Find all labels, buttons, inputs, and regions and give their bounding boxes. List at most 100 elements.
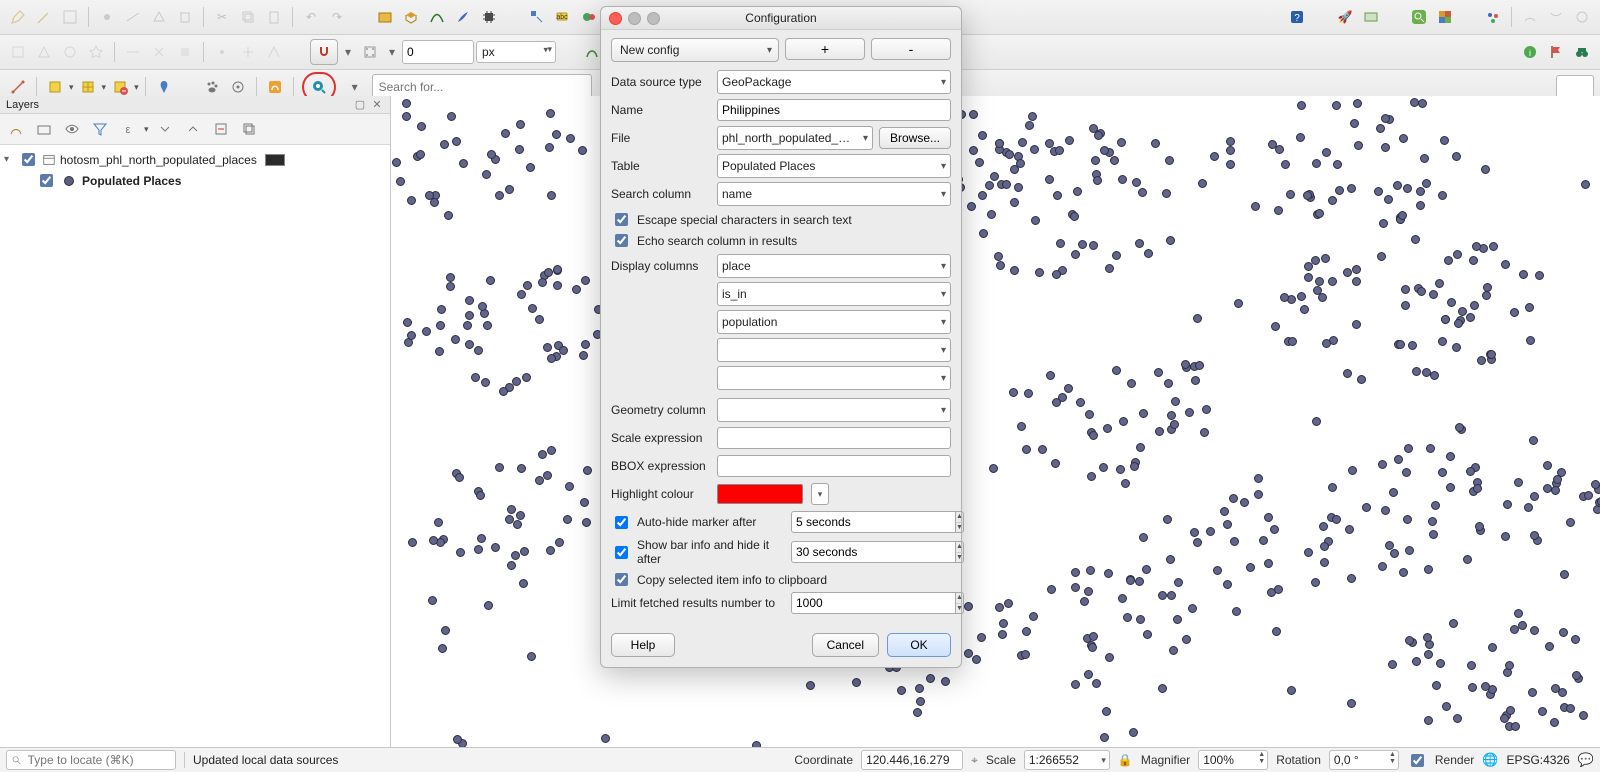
close-window-icon[interactable]: [609, 12, 622, 25]
snap-options-dd[interactable]: ▾: [340, 40, 356, 64]
shape9-icon[interactable]: [236, 40, 260, 64]
scale-value[interactable]: 1:266552▾: [1024, 750, 1110, 770]
echo-checkbox[interactable]: [615, 234, 628, 247]
rocket-icon[interactable]: 🚀: [1333, 5, 1357, 29]
display-col-3[interactable]: population: [717, 310, 951, 334]
layer-visibility-checkbox[interactable]: [40, 174, 53, 187]
remove-config-button[interactable]: -: [871, 38, 951, 60]
showbar-checkbox[interactable]: [615, 546, 628, 559]
snap-tolerance-input[interactable]: [402, 40, 474, 64]
scale-expression-input[interactable]: [717, 427, 951, 449]
limit-spin[interactable]: ▲▼: [791, 592, 951, 614]
name-input[interactable]: [717, 99, 951, 121]
cut-icon[interactable]: ✂: [210, 5, 234, 29]
copyclip-checkbox[interactable]: [615, 573, 628, 586]
add-polygon-icon[interactable]: [147, 5, 171, 29]
escape-checkbox[interactable]: [615, 213, 628, 226]
shape2-icon[interactable]: [32, 40, 56, 64]
extent-icon[interactable]: ⌖: [971, 753, 978, 768]
shape6-icon[interactable]: [147, 40, 171, 64]
showbar-value[interactable]: [791, 541, 956, 563]
redo-icon[interactable]: ↷: [325, 5, 349, 29]
limit-value[interactable]: [791, 592, 956, 614]
showbar-spin[interactable]: ▲▼: [791, 541, 951, 563]
snap-grid-dd[interactable]: ▾: [384, 40, 400, 64]
label-icon[interactable]: abc: [551, 5, 575, 29]
paste-icon[interactable]: [262, 5, 286, 29]
disclosure-icon[interactable]: ▾: [4, 154, 14, 165]
layer-style-icon[interactable]: [4, 117, 28, 141]
shape5-icon[interactable]: [121, 40, 145, 64]
layer-expr-icon[interactable]: ε: [116, 117, 140, 141]
messages-icon[interactable]: 💬: [1578, 752, 1594, 768]
chip-icon[interactable]: [477, 5, 501, 29]
save-edits-icon[interactable]: [58, 5, 82, 29]
arc3-icon[interactable]: [1570, 5, 1594, 29]
add-point-icon[interactable]: [95, 5, 119, 29]
panel-undock-icon[interactable]: ▢: [353, 98, 367, 111]
globe-green-icon[interactable]: [577, 5, 601, 29]
box-stack-icon[interactable]: [399, 5, 423, 29]
help-button[interactable]: Help: [611, 633, 675, 657]
curve-icon[interactable]: [425, 5, 449, 29]
node-move-icon[interactable]: [525, 5, 549, 29]
discovery-search-icon[interactable]: [308, 76, 330, 98]
panel-close-icon[interactable]: ✕: [370, 98, 384, 111]
group-visibility-checkbox[interactable]: [22, 153, 35, 166]
data-source-type-select[interactable]: GeoPackage: [717, 70, 951, 94]
table-select[interactable]: Populated Places: [717, 154, 951, 178]
arc2-icon[interactable]: [1544, 5, 1568, 29]
coord-value[interactable]: 120.446,16.279: [861, 750, 963, 770]
info-green-icon[interactable]: i: [1518, 40, 1542, 64]
add-line-icon[interactable]: [121, 5, 145, 29]
shape7-icon[interactable]: [173, 40, 197, 64]
crs-label[interactable]: EPSG:4326: [1506, 753, 1569, 767]
arc-icon[interactable]: [1518, 5, 1542, 29]
snapping-toggle[interactable]: [310, 39, 338, 65]
magnifier-value[interactable]: 100%▲▼: [1198, 750, 1268, 770]
layer-expand-icon[interactable]: [153, 117, 177, 141]
highlight-colour-swatch[interactable]: [717, 484, 803, 504]
help-icon[interactable]: ?: [1285, 5, 1309, 29]
autohide-checkbox[interactable]: [615, 516, 628, 529]
highlight-colour-dd[interactable]: ▾: [811, 483, 829, 505]
layer-collapse-icon[interactable]: [181, 117, 205, 141]
file-select[interactable]: phl_north_populated_places.gpkg: [717, 126, 873, 150]
autohide-spin[interactable]: ▲▼: [791, 511, 951, 533]
shape1-icon[interactable]: [6, 40, 30, 64]
undo-icon[interactable]: ↶: [299, 5, 323, 29]
map-canvas[interactable]: [391, 96, 1600, 748]
snap-grid-icon[interactable]: [358, 40, 382, 64]
config-selector[interactable]: New config: [611, 38, 779, 62]
add-config-button[interactable]: +: [785, 38, 865, 60]
render-checkbox[interactable]: [1411, 754, 1424, 767]
shape3-icon[interactable]: [58, 40, 82, 64]
dialog-titlebar[interactable]: Configuration: [601, 7, 961, 30]
feather-icon[interactable]: [451, 5, 475, 29]
lock-icon[interactable]: 🔒: [1118, 753, 1133, 767]
display-col-2[interactable]: is_in: [717, 282, 951, 306]
layer-dup-icon[interactable]: [237, 117, 261, 141]
display-col-1[interactable]: place: [717, 254, 951, 278]
copy-icon[interactable]: [236, 5, 260, 29]
locator-input[interactable]: [26, 752, 171, 768]
delete-feature-icon[interactable]: [173, 5, 197, 29]
shape10-icon[interactable]: [262, 40, 286, 64]
layer-row[interactable]: Populated Places: [2, 170, 388, 191]
minimize-window-icon[interactable]: [628, 12, 641, 25]
shape8-icon[interactable]: [210, 40, 234, 64]
locator-box[interactable]: [6, 750, 176, 770]
autohide-value[interactable]: [791, 511, 956, 533]
rotation-value[interactable]: 0,0 °▲▼: [1329, 750, 1399, 770]
layer-visibility-icon[interactable]: [60, 117, 84, 141]
browse-button[interactable]: Browse...: [879, 127, 951, 149]
edit-line-icon[interactable]: [32, 5, 56, 29]
puzzle-icon[interactable]: [1433, 5, 1457, 29]
globe-icon[interactable]: 🌐: [1482, 752, 1498, 768]
binoculars-icon[interactable]: [1570, 40, 1594, 64]
layers-tree[interactable]: ▾ hotosm_phl_north_populated_places Popu…: [0, 145, 390, 748]
layer-group-row[interactable]: ▾ hotosm_phl_north_populated_places: [2, 149, 388, 170]
layer-remove-icon[interactable]: [209, 117, 233, 141]
search-column-select[interactable]: name: [717, 182, 951, 206]
layer-add-group-icon[interactable]: [32, 117, 56, 141]
